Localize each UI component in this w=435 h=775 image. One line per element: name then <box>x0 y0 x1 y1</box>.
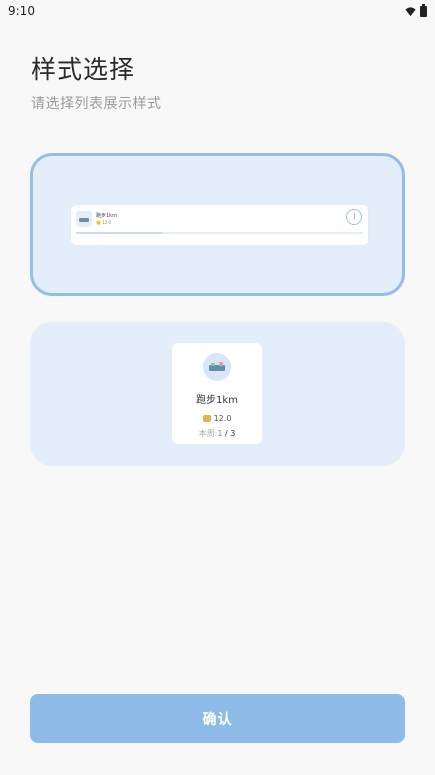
preview-progress-bar <box>76 232 363 234</box>
preview-progress-fill <box>76 232 163 234</box>
page-title: 样式选择 <box>31 55 136 84</box>
preview-task-name: 跑步1km <box>196 395 238 406</box>
coin-icon <box>202 415 211 422</box>
preview-tag: ··· <box>340 222 343 226</box>
grid-style-option[interactable]: 跑步1km 12.0 本周:1 / 3 <box>30 322 405 466</box>
checkin-icon <box>346 209 362 225</box>
list-style-preview: 跑步1km 🪙 12.0 ··· ··· ··· <box>71 205 368 245</box>
battery-icon <box>420 3 427 17</box>
preview-task-name: 跑步1km <box>96 213 117 219</box>
preview-footer-left: ··· <box>76 236 79 240</box>
status-time: 9:10 <box>8 4 35 18</box>
status-bar: 9:10 <box>0 0 435 22</box>
grid-style-preview: 跑步1km 12.0 本周:1 / 3 <box>172 343 262 444</box>
status-icons <box>405 3 427 17</box>
confirm-button[interactable]: 确认 <box>30 694 405 743</box>
wifi-icon <box>405 6 416 16</box>
preview-footer-right: ··· <box>360 236 363 240</box>
preview-task-coins: 12.0 <box>172 414 262 423</box>
task-thumbnail-icon <box>76 211 92 227</box>
preview-task-coins: 🪙 12.0 <box>96 220 112 225</box>
running-icon <box>203 353 231 381</box>
preview-weekly-progress: 本周:1 / 3 <box>198 429 236 438</box>
list-style-option[interactable]: 跑步1km 🪙 12.0 ··· ··· ··· <box>30 153 405 296</box>
page-subtitle: 请选择列表展示样式 <box>31 96 162 112</box>
